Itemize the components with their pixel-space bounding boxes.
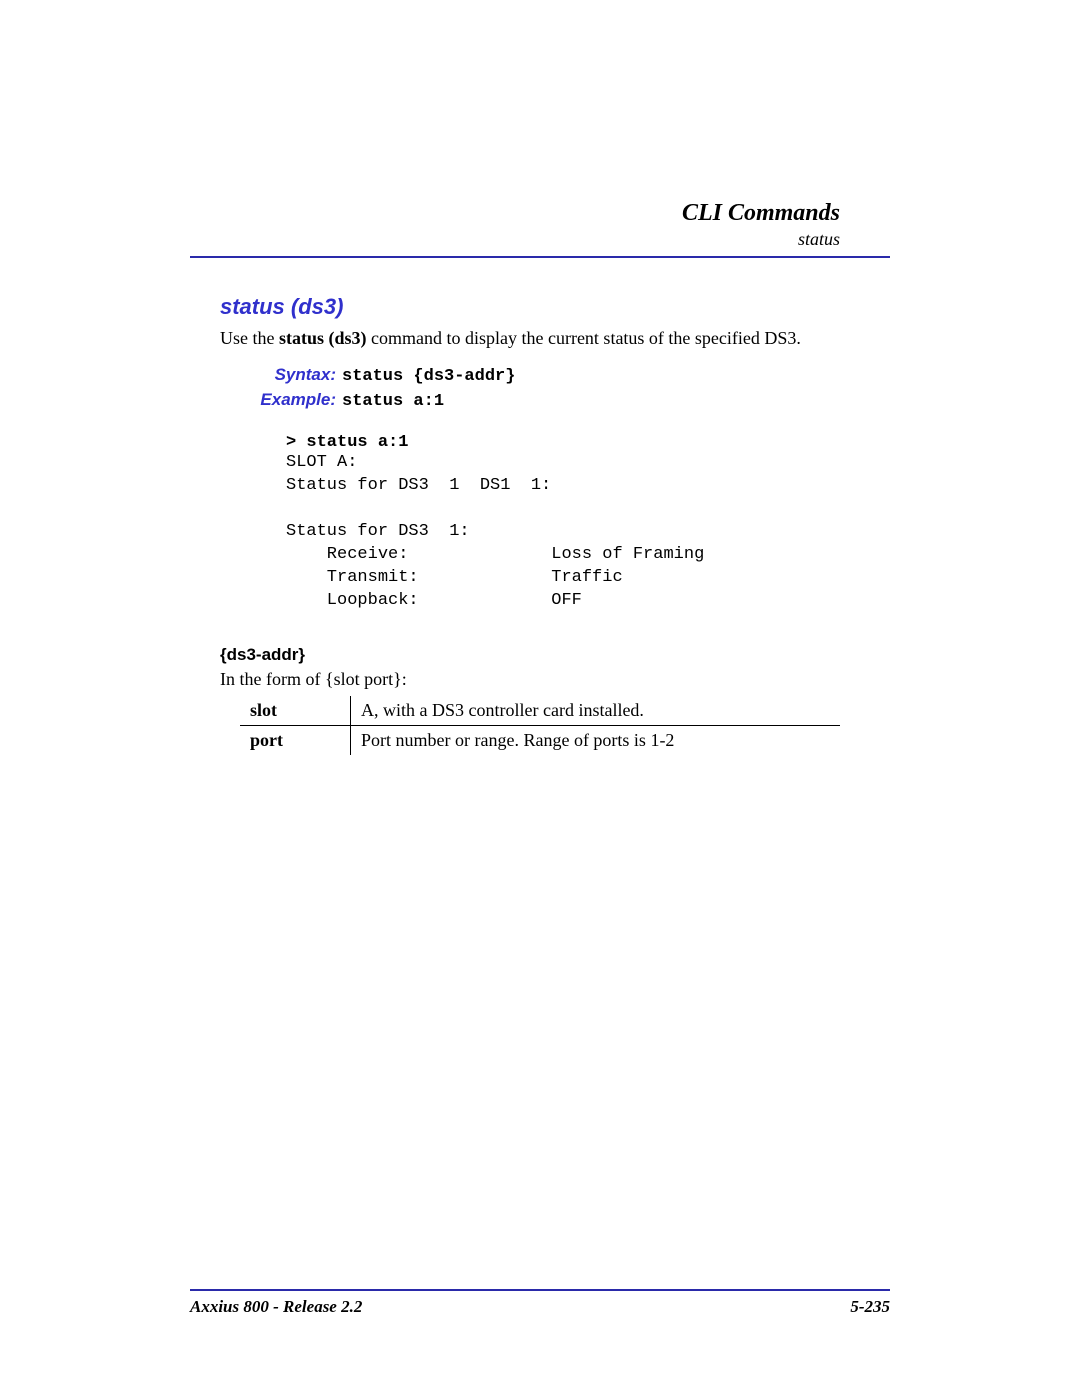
desc-prefix: Use the xyxy=(220,328,279,348)
content: status (ds3) Use the status (ds3) comman… xyxy=(190,294,890,755)
syntax-text: status {ds3-addr} xyxy=(342,367,515,386)
page: CLI Commands status status (ds3) Use the… xyxy=(0,0,1080,1397)
footer-left: Axxius 800 - Release 2.2 xyxy=(190,1297,362,1317)
section-description: Use the status (ds3) command to display … xyxy=(220,328,890,349)
header-subtitle: status xyxy=(190,229,840,250)
header-rule xyxy=(190,256,890,258)
header-title: CLI Commands xyxy=(190,200,840,227)
example-row: Example: status a:1 xyxy=(226,390,890,411)
param-def: A, with a DS3 controller card installed. xyxy=(351,696,841,726)
footer-right: 5-235 xyxy=(850,1297,890,1317)
param-def: Port number or range. Range of ports is … xyxy=(351,725,841,755)
syntax-block: Syntax: status {ds3-addr} Example: statu… xyxy=(226,365,890,613)
footer-row: Axxius 800 - Release 2.2 5-235 xyxy=(190,1297,890,1317)
section-title: status (ds3) xyxy=(220,294,890,320)
page-footer: Axxius 800 - Release 2.2 5-235 xyxy=(190,1289,890,1317)
output-prompt: > status a:1 xyxy=(286,433,890,452)
param-term: port xyxy=(240,725,351,755)
output-block: > status a:1 SLOT A: Status for DS3 1 DS… xyxy=(286,433,890,613)
syntax-label: Syntax: xyxy=(226,365,342,385)
param-heading: {ds3-addr} xyxy=(220,645,890,665)
page-header: CLI Commands status xyxy=(190,200,840,250)
desc-suffix: command to display the current status of… xyxy=(367,328,801,348)
param-term: slot xyxy=(240,696,351,726)
table-row: port Port number or range. Range of port… xyxy=(240,725,840,755)
output-body: SLOT A: Status for DS3 1 DS1 1: Status f… xyxy=(286,452,890,613)
param-table: slot A, with a DS3 controller card insta… xyxy=(240,696,840,755)
param-desc: In the form of {slot port}: xyxy=(220,669,890,690)
example-text: status a:1 xyxy=(342,392,444,411)
example-label: Example: xyxy=(226,390,342,410)
footer-rule xyxy=(190,1289,890,1291)
table-row: slot A, with a DS3 controller card insta… xyxy=(240,696,840,726)
desc-bold: status (ds3) xyxy=(279,328,367,348)
syntax-row: Syntax: status {ds3-addr} xyxy=(226,365,890,386)
